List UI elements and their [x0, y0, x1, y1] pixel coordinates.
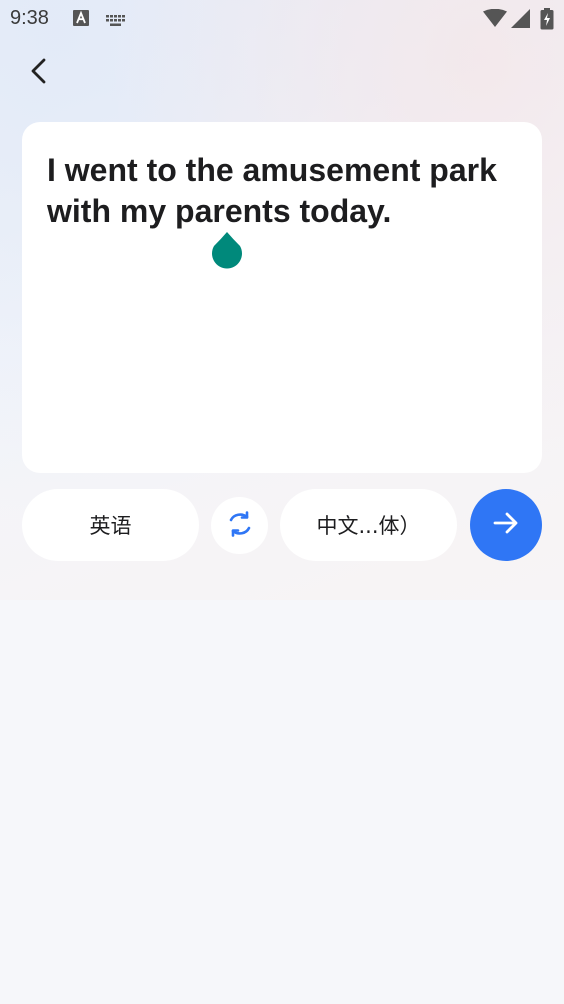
source-text-card[interactable]: I went to the amusement park with my par…: [22, 122, 542, 473]
text-a-icon: [73, 10, 89, 30]
status-bar: 9:38: [0, 0, 564, 38]
translate-button[interactable]: [470, 489, 542, 561]
back-button[interactable]: [18, 52, 60, 94]
wifi-icon: [483, 8, 507, 31]
swap-languages-button[interactable]: [211, 497, 268, 554]
source-language-button[interactable]: 英语: [22, 489, 199, 561]
source-language-label: 英语: [89, 514, 132, 538]
text-cursor-handle[interactable]: [210, 232, 244, 276]
target-language-label: 中文...体）: [316, 514, 421, 538]
arrow-right-icon: [493, 511, 519, 539]
source-text-input[interactable]: I went to the amusement park with my par…: [47, 150, 522, 232]
background-lower: [0, 600, 564, 1004]
swap-icon: [226, 510, 254, 541]
chevron-left-icon: [29, 57, 49, 89]
status-time: 9:38: [10, 7, 49, 29]
target-language-button[interactable]: 中文...体）: [280, 489, 457, 561]
signal-icon: [511, 9, 531, 32]
battery-charging-icon: [540, 8, 554, 34]
keyboard-icon: [106, 12, 126, 31]
